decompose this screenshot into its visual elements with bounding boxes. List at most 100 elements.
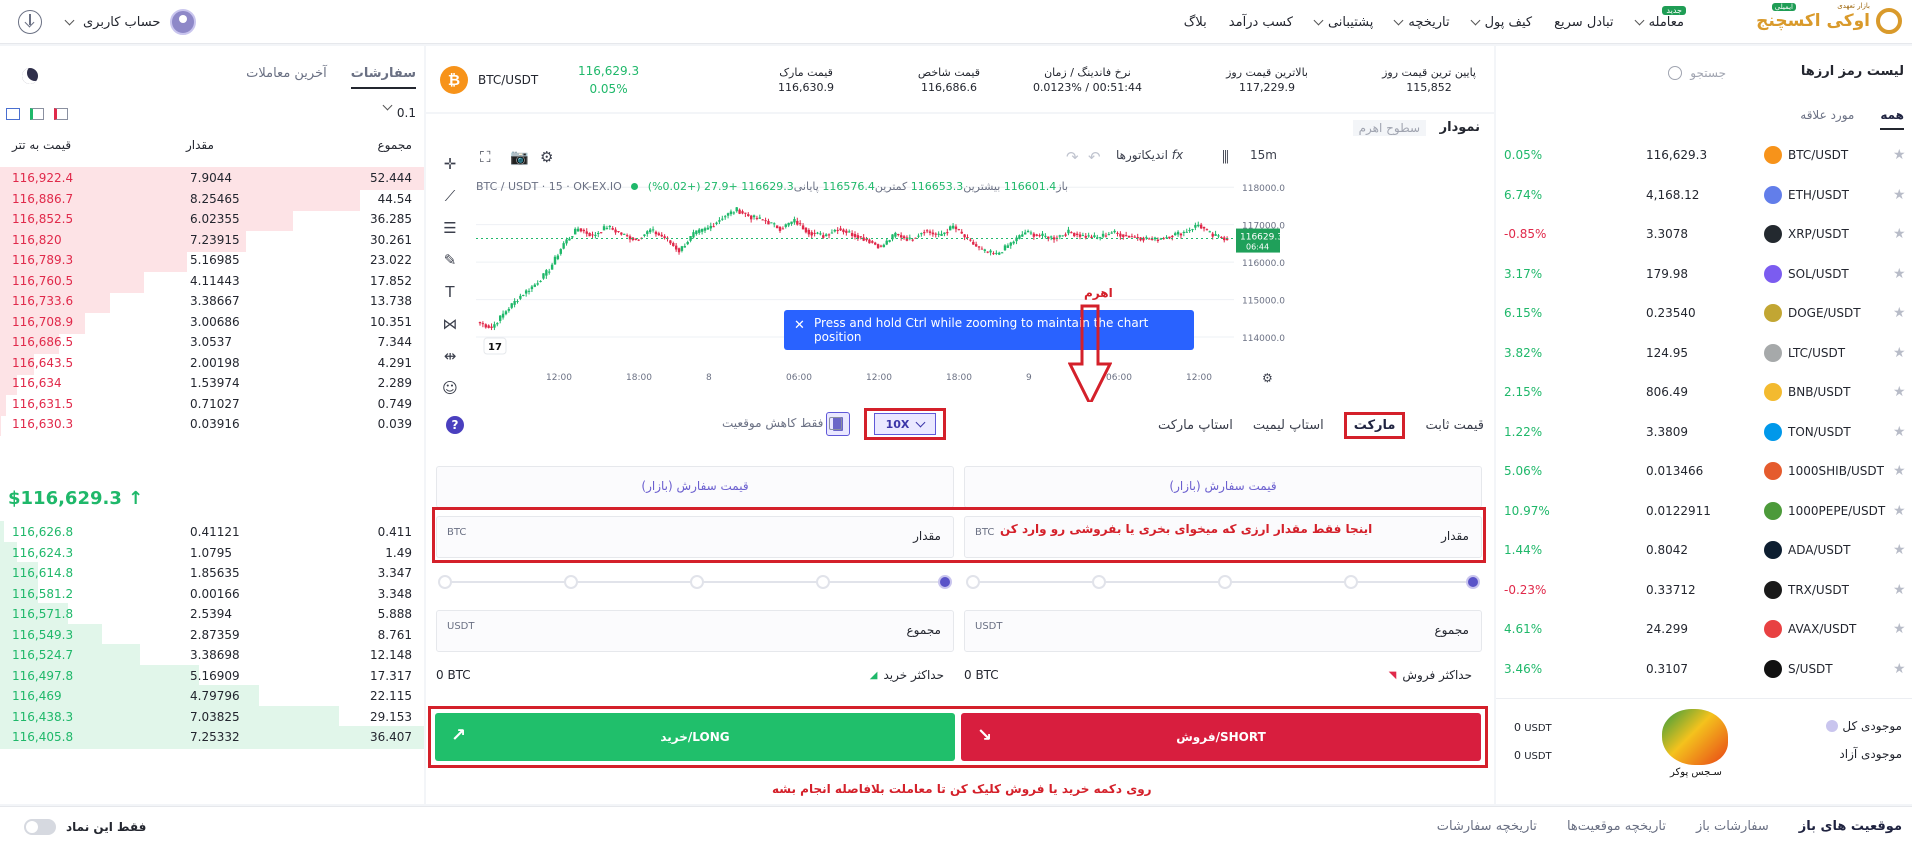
toggle-switch[interactable] — [24, 819, 56, 835]
bids-row[interactable]: 116,469 4.79796 22.115 — [0, 684, 424, 708]
asks-row[interactable]: 116,789.3 5.16985 23.022 — [0, 248, 424, 272]
slider-step-50[interactable] — [1218, 575, 1232, 589]
tab-stop-limit[interactable]: استاپ لیمیت — [1253, 418, 1324, 433]
star-icon[interactable]: ★ — [1893, 345, 1906, 361]
asks-row[interactable]: 116,634 1.53974 2.289 — [0, 371, 424, 395]
bids-row[interactable]: 116,438.3 7.03825 29.153 — [0, 705, 424, 729]
asks-row[interactable]: 116,922.4 7.9044 52.444 — [0, 166, 424, 190]
slider-step-100[interactable] — [938, 575, 952, 589]
view-bids-icon[interactable] — [30, 108, 44, 120]
bids-row[interactable]: 116,571.8 2.5394 5.888 — [0, 602, 424, 626]
asks-row[interactable]: 116,852.5 6.02355 36.285 — [0, 207, 424, 231]
buy-price-field[interactable]: قیمت سفارش (بازار) — [436, 466, 954, 508]
asks-row[interactable]: 116,686.5 3.0537 7.344 — [0, 330, 424, 354]
pair-row[interactable]: 0.05% 116,629.3 BTC/USDT ★ — [1496, 136, 1912, 176]
asks-row[interactable]: 116,708.9 3.00686 10.351 — [0, 310, 424, 334]
star-icon[interactable]: ★ — [1893, 226, 1906, 242]
star-icon[interactable]: ★ — [1893, 384, 1906, 400]
moon-icon[interactable] — [22, 68, 38, 84]
pair-row[interactable]: 5.06% 0.013466 1000SHIB/USDT ★ — [1496, 452, 1912, 492]
settings-icon[interactable]: ⚙ — [540, 148, 553, 166]
crosshair-icon[interactable]: ✛ — [434, 148, 466, 180]
search-box[interactable]: جستجو — [1516, 60, 1726, 86]
tab-leverage-levels[interactable]: سطوح اهرم — [1352, 120, 1426, 136]
bids-row[interactable]: 116,614.8 1.85635 3.347 — [0, 561, 424, 585]
star-icon[interactable]: ★ — [1893, 582, 1906, 598]
asks-row[interactable]: 116,631.5 0.71027 0.749 — [0, 392, 424, 416]
brush-icon[interactable]: ✎ — [434, 244, 466, 276]
pair-row[interactable]: 1.44% 0.8042 ADA/USDT ★ — [1496, 531, 1912, 571]
asks-row[interactable]: 116,630.3 0.03916 0.039 — [0, 412, 424, 436]
fullscreen-icon[interactable]: ⛶ — [480, 148, 491, 166]
star-icon[interactable]: ★ — [1893, 621, 1906, 637]
slider-step-75[interactable] — [816, 575, 830, 589]
buy-total-field[interactable]: مجموع USDT — [436, 610, 954, 652]
reduce-only-checkbox[interactable]: فقط کاهش موقعیت — [722, 416, 843, 430]
asks-row[interactable]: 116,643.5 2.00198 4.291 — [0, 351, 424, 375]
tab-order-history[interactable]: تاریخچه سفارشات — [1437, 819, 1537, 834]
bids-row[interactable]: 116,549.3 2.87359 8.761 — [0, 623, 424, 647]
download-icon[interactable] — [18, 10, 42, 34]
pair-row[interactable]: 10.97% 0.0122911 1000PEPE/USDT ★ — [1496, 492, 1912, 532]
star-icon[interactable]: ★ — [1893, 503, 1906, 519]
view-both-icon[interactable] — [6, 108, 20, 120]
asks-row[interactable]: 116,760.5 4.11443 17.852 — [0, 269, 424, 293]
nav-earn[interactable]: کسب درآمد — [1229, 15, 1293, 30]
sell-short-button[interactable]: ↘ فروش/SHORT — [961, 713, 1481, 761]
bids-row[interactable]: 116,405.8 7.25332 36.407 — [0, 725, 424, 749]
emoji-icon[interactable]: ☺ — [434, 372, 466, 404]
asks-row[interactable]: 116,733.6 3.38667 13.738 — [0, 289, 424, 313]
tab-market[interactable]: مارکت — [1343, 412, 1406, 439]
tab-orders[interactable]: سفارشات — [350, 66, 416, 89]
sell-price-field[interactable]: قیمت سفارش (بازار) — [964, 466, 1482, 508]
pair-row[interactable]: 2.15% 806.49 BNB/USDT ★ — [1496, 373, 1912, 413]
pair-row[interactable]: 1.22% 3.3809 TON/USDT ★ — [1496, 413, 1912, 453]
buy-amount-slider[interactable] — [436, 574, 954, 590]
bids-row[interactable]: 116,624.3 1.0795 1.49 — [0, 541, 424, 565]
star-icon[interactable]: ★ — [1893, 305, 1906, 321]
bids-row[interactable]: 116,581.2 0.00166 3.348 — [0, 582, 424, 606]
slider-step-50[interactable] — [690, 575, 704, 589]
star-icon[interactable]: ★ — [1893, 542, 1906, 558]
camera-icon[interactable]: 📷 — [510, 148, 529, 166]
brand-logo[interactable]: بازار تعهدی ایمیلی اوکی اکسچنج — [1742, 2, 1902, 40]
view-asks-icon[interactable] — [54, 108, 68, 120]
tab-position-history[interactable]: تاریخچه موقعیت‌ها — [1567, 819, 1666, 834]
tab-stop-market[interactable]: استاپ مارکت — [1158, 418, 1233, 433]
star-icon[interactable]: ★ — [1893, 187, 1906, 203]
asks-row[interactable]: 116,820 7.23915 30.261 — [0, 228, 424, 252]
pair-row[interactable]: -0.23% 0.33712 TRX/USDT ★ — [1496, 571, 1912, 611]
slider-step-100[interactable] — [966, 575, 980, 589]
tab-chart[interactable]: نمودار — [1440, 120, 1480, 135]
tab-open-positions[interactable]: موقعیت های باز — [1799, 819, 1902, 834]
undo-icon[interactable]: ↶ — [1088, 148, 1101, 166]
star-icon[interactable]: ★ — [1893, 463, 1906, 479]
buy-long-button[interactable]: ↗ خرید/LONG — [435, 713, 955, 761]
pair-row[interactable]: 3.82% 124.95 LTC/USDT ★ — [1496, 334, 1912, 374]
fib-icon[interactable]: ☰ — [434, 212, 466, 244]
only-symbol-toggle[interactable]: فقط این نماد — [24, 819, 146, 835]
text-icon[interactable]: T — [434, 276, 466, 308]
slider-step-75[interactable] — [1092, 575, 1106, 589]
pair-row[interactable]: 3.46% 0.3107 S/USDT ★ — [1496, 650, 1912, 690]
precision-select[interactable]: 0.1 — [382, 100, 416, 120]
nav-support[interactable]: پشتیبانی — [1313, 15, 1373, 30]
redo-icon[interactable]: ↷ — [1066, 148, 1079, 166]
nav-trade[interactable]: معامله جدید — [1634, 5, 1686, 30]
sell-amount-slider[interactable] — [964, 574, 1482, 590]
pair-row[interactable]: 6.74% 4,168.12 ETH/USDT ★ — [1496, 176, 1912, 216]
pair-row[interactable]: 4.61% 24.299 AVAX/USDT ★ — [1496, 610, 1912, 650]
tab-recent-trades[interactable]: آخرین معاملات — [246, 66, 327, 89]
star-icon[interactable]: ★ — [1893, 661, 1906, 677]
trendline-icon[interactable]: ⟋ — [434, 180, 466, 212]
pattern-icon[interactable]: ⋈ — [434, 308, 466, 340]
nav-wallet[interactable]: کیف پول — [1470, 15, 1532, 30]
bids-row[interactable]: 116,626.8 0.41121 0.411 — [0, 520, 424, 544]
nav-blog[interactable]: بلاگ — [1184, 15, 1207, 30]
pair-row[interactable]: 3.17% 179.98 SOL/USDT ★ — [1496, 255, 1912, 295]
help-icon[interactable]: ? — [446, 416, 464, 434]
account-menu[interactable]: حساب کاربری — [64, 7, 197, 37]
leverage-select[interactable]: 10X — [864, 408, 946, 440]
sell-total-field[interactable]: مجموع USDT — [964, 610, 1482, 652]
ticker-pair[interactable]: ₿ BTC/USDT — [440, 66, 538, 94]
